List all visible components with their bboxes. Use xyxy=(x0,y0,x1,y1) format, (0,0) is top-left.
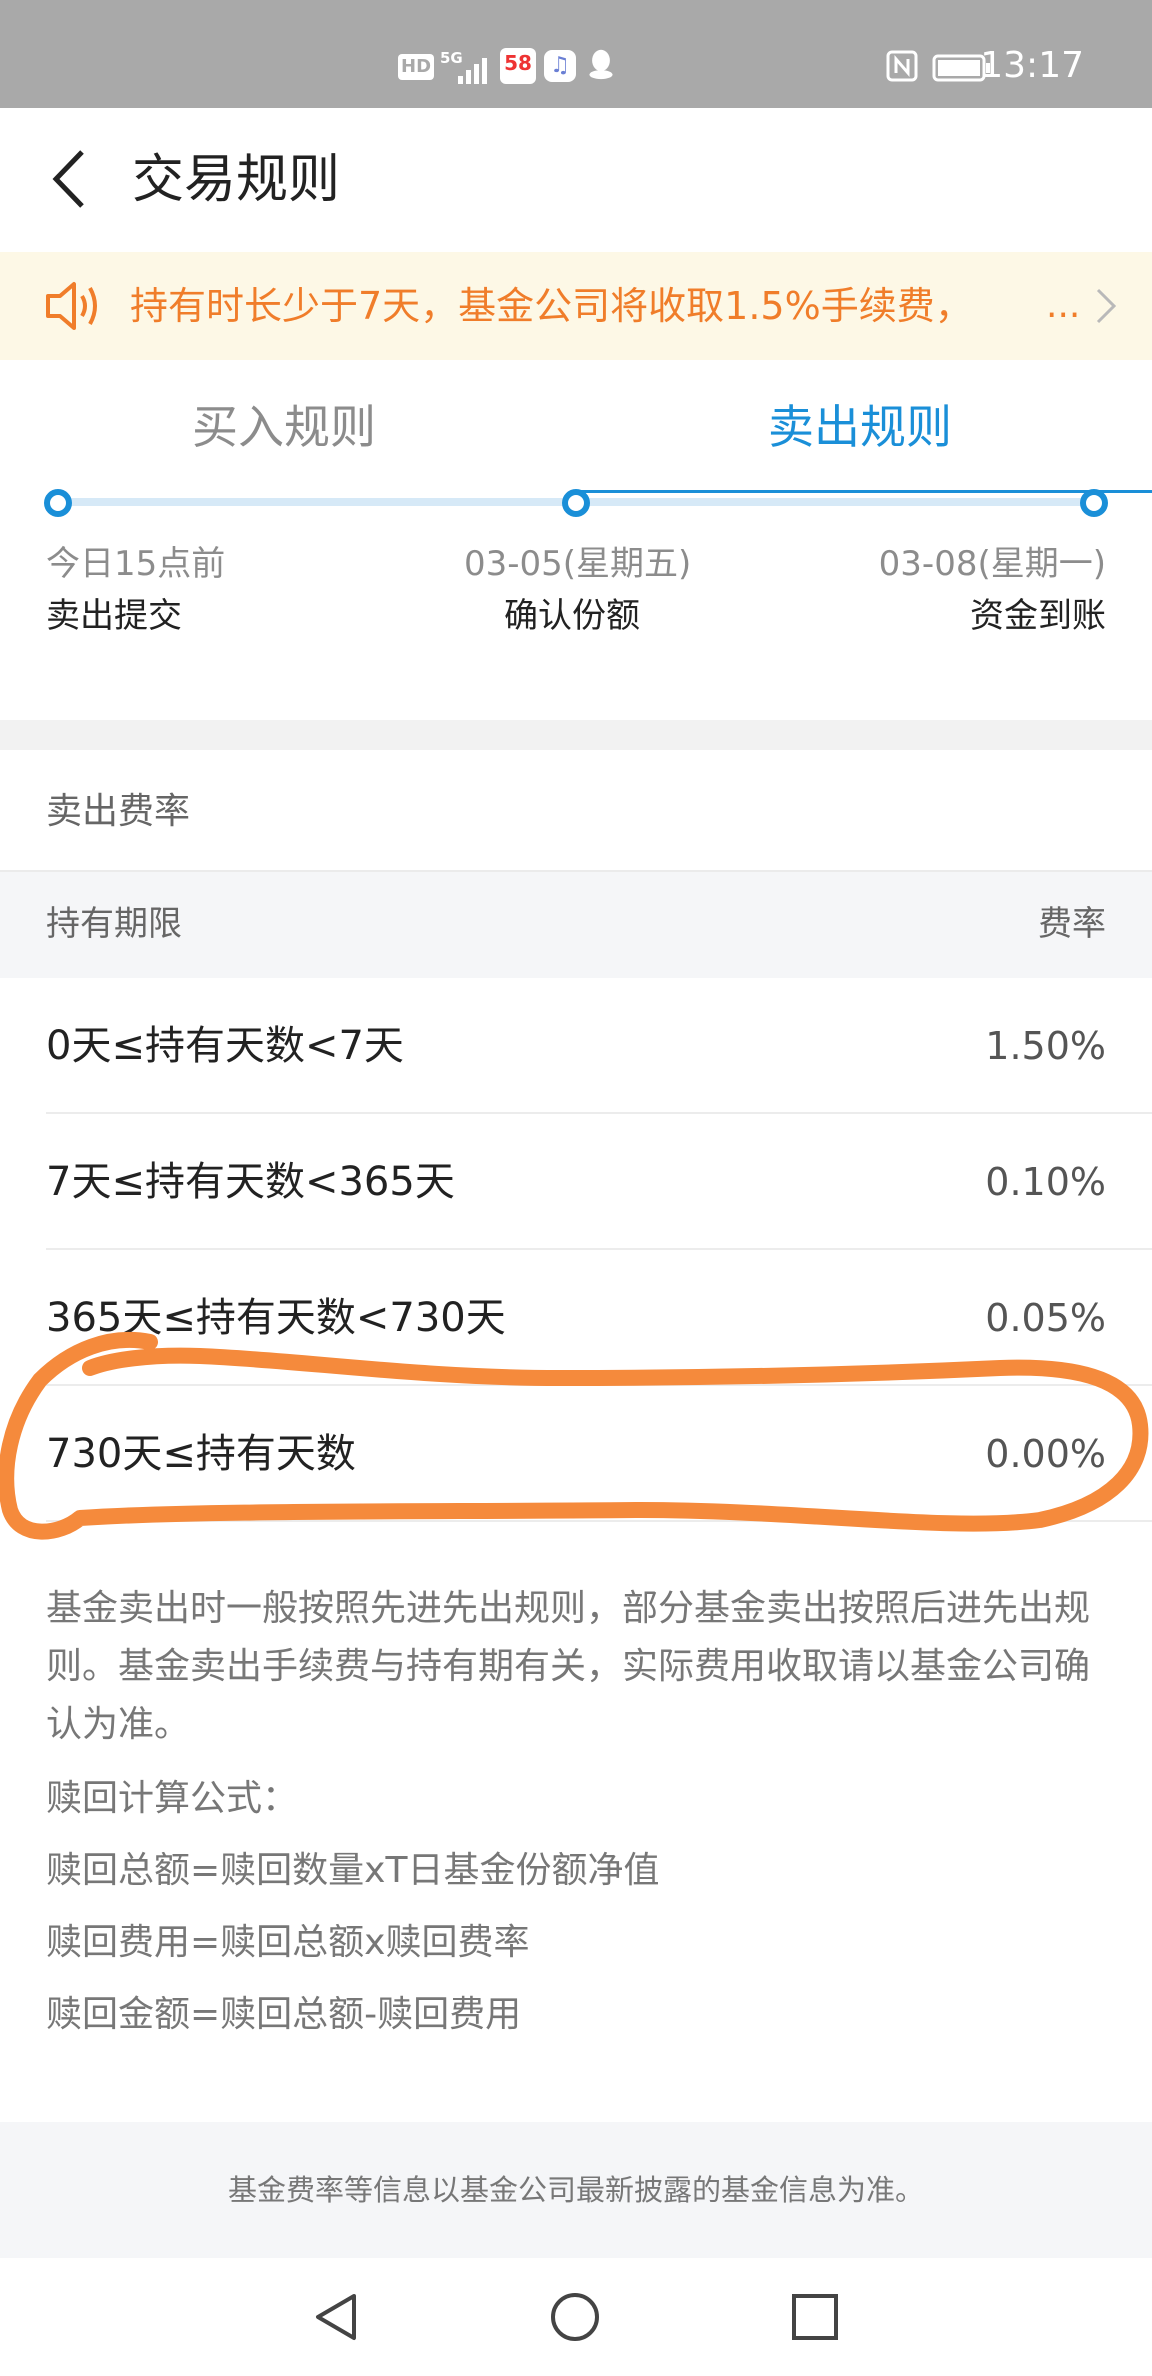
notice-ellipsis: ... xyxy=(1046,285,1081,326)
formula-line-3: 赎回金额=赎回总额-赎回费用 xyxy=(46,1994,522,2035)
nav-home-icon[interactable] xyxy=(548,2290,602,2344)
back-arrow-icon[interactable] xyxy=(40,144,110,214)
signal-bars-icon xyxy=(458,58,487,84)
timeline-dot-2 xyxy=(562,489,590,517)
timeline-dot-3 xyxy=(1080,489,1108,517)
timeline-step-arrive: 资金到账 xyxy=(970,596,1106,636)
speaker-icon xyxy=(46,282,97,330)
timeline-step-submit: 卖出提交 xyxy=(46,596,182,636)
hd-icon: HD xyxy=(398,54,435,80)
tab-bar: 买入规则 卖出规则 xyxy=(0,360,1152,494)
fee-row: 7天≤持有天数<365天 0.10% xyxy=(0,1114,1152,1250)
section-divider xyxy=(0,720,1152,750)
column-header-rate: 费率 xyxy=(1038,904,1106,944)
formula-title: 赎回计算公式： xyxy=(46,1778,299,1819)
timeline-date-submit: 今日15点前 xyxy=(46,544,226,584)
notice-text: 持有时长少于7天，基金公司将收取1.5%手续费， xyxy=(130,284,973,328)
formula-line-2: 赎回费用=赎回总额x赎回费率 xyxy=(46,1922,530,1963)
timeline-date-arrive: 03-08(星期一) xyxy=(878,544,1106,584)
fee-period: 7天≤持有天数<365天 xyxy=(46,1159,455,1205)
nfc-icon xyxy=(886,50,918,82)
tab-buy-rules[interactable]: 买入规则 xyxy=(192,396,376,458)
system-nav-bar xyxy=(0,2258,1152,2376)
fee-section-title: 卖出费率 xyxy=(46,791,191,832)
app-58-icon: 58 xyxy=(500,48,536,84)
fee-rate: 1.50% xyxy=(985,1024,1106,1068)
fee-row: 0天≤持有天数<7天 1.50% xyxy=(0,978,1152,1114)
nav-recents-icon[interactable] xyxy=(788,2290,842,2344)
sell-rule-note: 基金卖出时一般按照先进先出规则，部分基金卖出按照后进先出规则。基金卖出手续费与持… xyxy=(46,1588,1091,1745)
qq-icon xyxy=(589,49,613,80)
chevron-right-icon xyxy=(1096,288,1117,324)
clock: 13:17 xyxy=(980,45,1084,86)
timeline-date-confirm: 03-05(星期五) xyxy=(464,544,692,584)
app-header: 交易规则 xyxy=(0,108,1152,254)
fee-rate: 0.10% xyxy=(985,1160,1106,1204)
timeline-dot-1 xyxy=(44,489,72,517)
disclaimer-text: 基金费率等信息以基金公司最新披露的基金信息为准。 xyxy=(227,2173,924,2207)
tab-sell-rules[interactable]: 卖出规则 xyxy=(768,396,952,458)
nav-back-icon[interactable] xyxy=(308,2290,362,2344)
highlight-circle-annotation xyxy=(0,1331,1149,1540)
active-tab-indicator xyxy=(576,490,1152,493)
disclaimer-footer: 基金费率等信息以基金公司最新披露的基金信息为准。 xyxy=(0,2122,1152,2258)
fee-table-header: 持有期限 费率 xyxy=(0,872,1152,978)
formula-line-1: 赎回总额=赎回数量xT日基金份额净值 xyxy=(46,1850,660,1891)
page-title: 交易规则 xyxy=(132,150,341,210)
5g-signal-icon: 5G xyxy=(440,50,487,84)
column-header-period: 持有期限 xyxy=(46,904,182,944)
fee-period: 0天≤持有天数<7天 xyxy=(46,1023,404,1069)
music-icon: ♫ xyxy=(544,50,576,82)
status-bar: HD 5G 58 ♫ 13:17 xyxy=(0,0,1152,108)
notice-bar[interactable]: 持有时长少于7天，基金公司将收取1.5%手续费， ... xyxy=(0,252,1152,360)
timeline-step-confirm: 确认份额 xyxy=(504,596,640,636)
